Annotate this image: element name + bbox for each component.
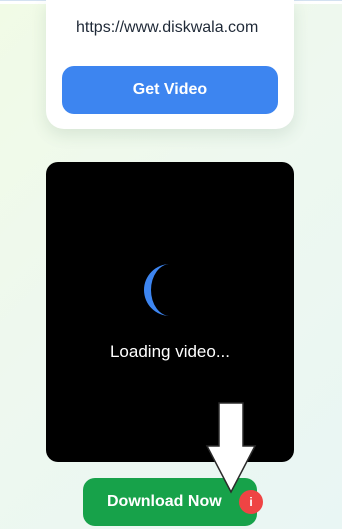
loading-text: Loading video... — [109, 342, 231, 361]
get-video-button[interactable]: Get Video — [62, 66, 278, 114]
url-card: Get Video — [46, 0, 294, 129]
arrow-down-icon — [205, 402, 257, 494]
url-input[interactable] — [62, 8, 262, 48]
loading-spinner-icon — [144, 264, 170, 316]
